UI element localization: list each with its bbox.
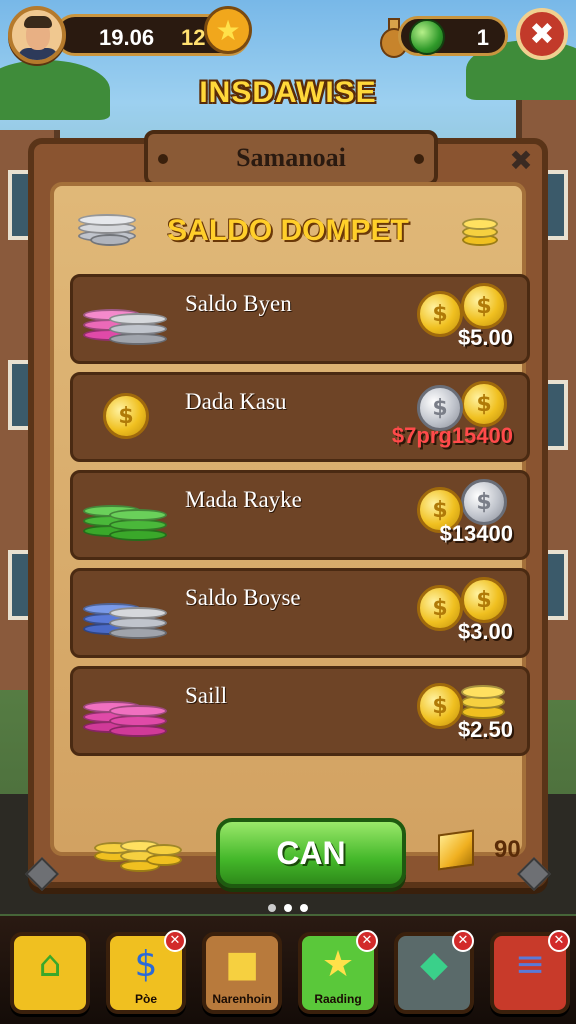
nav-gem-button[interactable]: ◆ ✕ bbox=[394, 930, 474, 1014]
pink-chips-icon bbox=[83, 685, 173, 741]
row-amount: $5.00 bbox=[457, 325, 513, 350]
blue-chips-icon bbox=[83, 587, 173, 643]
row-amount: $7prg15400 bbox=[391, 423, 513, 448]
panel-header: Samanoai bbox=[144, 130, 438, 186]
row-name: Mada Rayke bbox=[185, 487, 302, 512]
panel-header-title: Samanoai bbox=[236, 143, 346, 172]
game-title: INSDAWISE bbox=[199, 76, 377, 109]
row-name: Saill bbox=[185, 683, 228, 708]
wallet-row[interactable]: Mada Rayke $ $ $13400 bbox=[70, 470, 530, 560]
row-name: Dada Kasu bbox=[185, 389, 287, 414]
row-amount: $3.00 bbox=[457, 619, 513, 644]
nav-label: Pòe bbox=[134, 992, 157, 1006]
nav-narenhoin-button[interactable]: ■ Narenhoin bbox=[202, 932, 282, 1014]
cube-count: 90 bbox=[494, 836, 521, 863]
wallet-title: SALDO DOMPET bbox=[167, 214, 409, 247]
gold-cube-icon: ■ bbox=[224, 944, 259, 985]
panel-content: SALDO DOMPET Saldo Byen $ $ $5.00 $ Dada… bbox=[50, 182, 530, 888]
gold-cube-icon bbox=[438, 829, 474, 871]
nav-label: Narenhoin bbox=[212, 992, 272, 1006]
star-icon[interactable]: ★ bbox=[204, 6, 252, 54]
gem-count: 1 bbox=[476, 25, 489, 50]
close-badge-icon: ✕ bbox=[356, 930, 378, 952]
close-badge-icon: ✕ bbox=[164, 930, 186, 952]
close-badge-icon: ✕ bbox=[548, 930, 570, 952]
gold-coins-stack-icon bbox=[94, 826, 184, 876]
row-amount: $13400 bbox=[439, 521, 513, 546]
house-icon: ⌂ bbox=[38, 944, 62, 985]
close-badge-icon: ✕ bbox=[452, 930, 474, 952]
green-gem-icon bbox=[409, 19, 445, 55]
bottom-nav: ⌂ $ ✕ Pòe ■ Narenhoin ★ ✕ Raading ◆ ✕ ≡ … bbox=[0, 916, 576, 1024]
nav-coins-button[interactable]: ≡ ✕ bbox=[490, 930, 570, 1014]
money-value: 19.06 bbox=[99, 25, 155, 50]
top-hud: 19.06 12 ★ 1 ✖ bbox=[8, 6, 568, 64]
gold-coins-icon bbox=[462, 214, 502, 254]
wallet-panel: Samanoai ✖ SALDO DOMPET Saldo Byen $ $ $… bbox=[25, 130, 551, 891]
level-value: 12 bbox=[181, 25, 206, 50]
gold-coin-icon: $ bbox=[83, 391, 173, 447]
pagination-dots bbox=[0, 904, 576, 912]
pink-chips-icon bbox=[83, 293, 173, 349]
wallet-row[interactable]: Saldo Boyse $ $ $3.00 bbox=[70, 568, 530, 658]
wallet-row[interactable]: Saldo Byen $ $ $5.00 bbox=[70, 274, 530, 364]
row-name: Saldo Boyse bbox=[185, 585, 301, 610]
nav-home-button[interactable]: ⌂ bbox=[10, 932, 90, 1014]
page-dot[interactable] bbox=[300, 904, 308, 912]
player-avatar[interactable] bbox=[8, 6, 66, 64]
gem-bar: 1 bbox=[398, 16, 508, 56]
green-chips-icon bbox=[83, 489, 173, 545]
wallet-row[interactable]: Saill $ $2.50 bbox=[70, 666, 530, 756]
wallet-row[interactable]: $ Dada Kasu $ $ $7prg15400 bbox=[70, 372, 530, 462]
row-amount: $2.50 bbox=[457, 717, 513, 742]
nav-raading-button[interactable]: ★ ✕ Raading bbox=[298, 930, 378, 1014]
can-button[interactable]: CAN bbox=[216, 818, 406, 888]
page-dot[interactable] bbox=[268, 904, 276, 912]
nav-poe-button[interactable]: $ ✕ Pòe bbox=[106, 930, 186, 1014]
close-icon[interactable]: ✖ bbox=[516, 8, 568, 60]
nav-label: Raading bbox=[314, 992, 362, 1006]
row-name: Saldo Byen bbox=[185, 291, 292, 316]
panel-close-icon[interactable]: ✖ bbox=[504, 144, 538, 178]
page-dot-active[interactable] bbox=[284, 904, 292, 912]
